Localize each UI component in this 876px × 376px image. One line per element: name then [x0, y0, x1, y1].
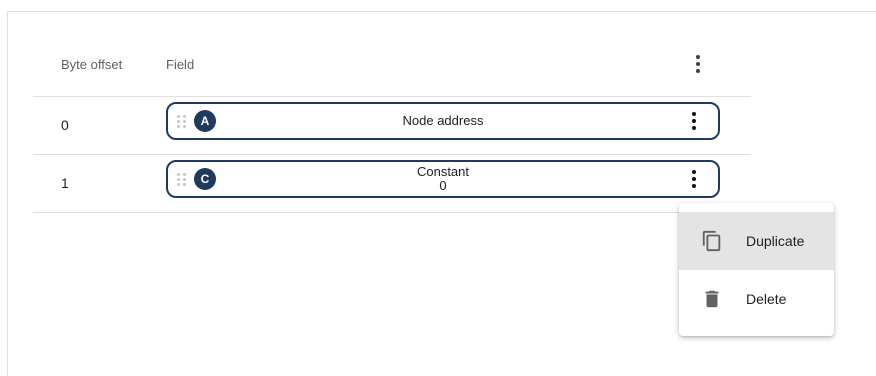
menu-item-duplicate[interactable]: Duplicate	[679, 212, 834, 270]
field-more-options-icon[interactable]	[684, 167, 704, 191]
column-header-field: Field	[166, 57, 195, 72]
menu-item-delete[interactable]: Delete	[679, 270, 834, 328]
field-chip-constant[interactable]: C Constant 0	[166, 160, 720, 198]
field-label-line1: Node address	[402, 113, 484, 128]
field-type-badge: C	[194, 168, 216, 190]
field-context-menu: Duplicate Delete	[679, 203, 834, 336]
header-more-options-icon[interactable]	[688, 52, 708, 76]
table-header-row: Byte offset Field	[33, 40, 751, 97]
field-label-line1: Constant	[416, 164, 470, 179]
field-label-line2: 0	[439, 178, 447, 193]
menu-item-label: Delete	[746, 291, 787, 307]
field-chip-node-address[interactable]: A Node address	[166, 102, 720, 140]
field-label: Constant 0	[228, 165, 658, 193]
field-type-badge: A	[194, 110, 216, 132]
trash-icon	[705, 290, 719, 308]
byte-offset-value: 0	[61, 117, 69, 133]
drag-handle-icon[interactable]	[177, 115, 187, 129]
table-row: 1 C Constant 0	[33, 155, 751, 213]
copy-icon	[702, 230, 721, 252]
column-header-byte-offset: Byte offset	[61, 57, 123, 72]
byte-offset-value: 1	[61, 175, 69, 191]
field-more-options-icon[interactable]	[684, 109, 704, 133]
menu-item-label: Duplicate	[746, 233, 805, 249]
table-row: 0 A Node address	[33, 97, 751, 155]
field-label: Node address	[228, 114, 658, 128]
drag-handle-icon[interactable]	[177, 173, 187, 187]
